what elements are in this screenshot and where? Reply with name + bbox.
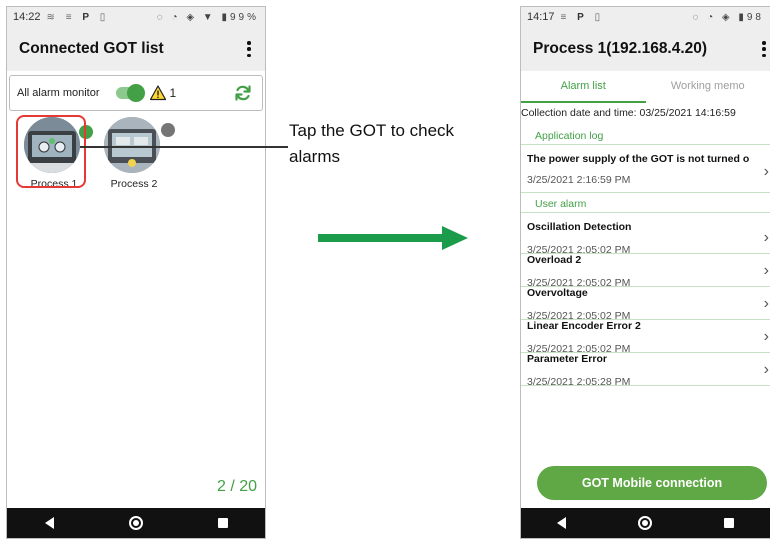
alarm-count: 1 [169, 86, 177, 100]
chevron-right-icon: › [763, 328, 769, 345]
section-user-alarm: User alarm [521, 195, 770, 213]
got-status-dot [161, 123, 175, 137]
chevron-right-icon: › [763, 262, 769, 279]
alarm-title: Parameter Error [527, 353, 607, 365]
collection-datetime: Collection date and time: 03/25/2021 14:… [521, 107, 736, 119]
got-name: Process 2 [110, 178, 158, 190]
alarm-monitor-card: All alarm monitor 1 [9, 75, 263, 111]
phone-connected-got-list: 14:22 ≋ ≡ P ▯ ◌ ◔ ◈ ▼ ▮99% Connected GOT… [6, 6, 266, 539]
transition-arrow-icon [318, 226, 468, 250]
more-vert-icon[interactable] [247, 41, 251, 57]
android-nav-bar [521, 508, 770, 538]
page-count: 2 / 20 [216, 478, 257, 495]
alarm-title: Oscillation Detection [527, 221, 632, 233]
page-title: Process 1(192.168.4.20) [533, 40, 708, 57]
selection-highlight [16, 115, 86, 188]
status-time: 14:17 [527, 11, 555, 23]
status-bar: 14:22 ≋ ≡ P ▯ ◌ ◔ ◈ ▼ ▮99% [7, 7, 265, 27]
nav-home-icon[interactable] [638, 516, 652, 530]
app-bar: Connected GOT list [7, 27, 265, 71]
alarm-date: 3/25/2021 2:05:28 PM [527, 376, 631, 388]
section-application-log: Application log [521, 127, 770, 145]
android-nav-bar [7, 508, 265, 538]
alarm-title: Overvoltage [527, 287, 588, 299]
status-notification-icons: ≋ ≡ P ▯ [46, 11, 110, 23]
alarm-title: The power supply of the GOT is not turne… [527, 153, 749, 165]
tutorial-canvas: 14:22 ≋ ≡ P ▯ ◌ ◔ ◈ ▼ ▮99% Connected GOT… [0, 0, 770, 539]
tab-alarm-list[interactable]: Alarm list [521, 71, 646, 103]
callout-line [80, 146, 288, 148]
nav-back-icon[interactable] [44, 517, 54, 529]
list-item[interactable]: Parameter Error 3/25/2021 2:05:28 PM › [521, 353, 770, 388]
list-item[interactable]: Oscillation Detection 3/25/2021 2:05:02 … [521, 221, 770, 256]
status-bar: 14:17 ≡ P ▯ ◌ ◔ ◈ ▮98 [521, 7, 770, 27]
alarm-title: Linear Encoder Error 2 [527, 320, 641, 332]
list-item[interactable]: Overload 2 3/25/2021 2:05:02 PM › [521, 254, 770, 289]
alarm-monitor-toggle[interactable] [115, 84, 145, 102]
battery-level: 98 [746, 11, 764, 23]
chevron-right-icon: › [763, 361, 769, 378]
nav-home-icon[interactable] [128, 516, 143, 530]
status-time: 14:22 [13, 11, 41, 23]
app-bar: Process 1(192.168.4.20) [521, 27, 770, 71]
chevron-right-icon: › [763, 229, 769, 246]
refresh-icon[interactable] [234, 84, 252, 102]
battery-level: 99% [229, 11, 259, 23]
alarm-monitor-label: All alarm monitor [17, 87, 100, 99]
status-notification-icons: ≡ P ▯ [560, 11, 605, 23]
chevron-right-icon: › [763, 295, 769, 312]
callout-text: Tap the GOT to check alarms [289, 121, 455, 166]
phone-alarm-list: 14:17 ≡ P ▯ ◌ ◔ ◈ ▮98 Process 1(192.168.… [520, 6, 770, 539]
alarm-date: 3/25/2021 2:16:59 PM [527, 174, 631, 186]
list-item[interactable]: Overvoltage 3/25/2021 2:05:02 PM › [521, 287, 770, 322]
page-title: Connected GOT list [19, 40, 164, 57]
chevron-right-icon: › [763, 163, 769, 180]
got-device-photo [104, 117, 160, 173]
nav-recent-icon[interactable] [724, 518, 734, 528]
list-item[interactable]: Linear Encoder Error 2 3/25/2021 2:05:02… [521, 320, 770, 355]
status-system-icons: ◌ ◔ ◈ ▼ ▮99% [156, 11, 259, 23]
status-system-icons: ◌ ◔ ◈ ▮98 [692, 11, 764, 23]
nav-recent-icon[interactable] [217, 518, 228, 528]
warning-icon [149, 85, 166, 101]
tab-working-memo[interactable]: Working memo [646, 71, 770, 103]
more-vert-icon[interactable] [762, 41, 766, 57]
got-device-process-2[interactable]: Process 2 [104, 117, 175, 190]
tab-bar: Alarm list Working memo [521, 71, 770, 103]
got-mobile-connection-button[interactable]: GOT Mobile connection [537, 466, 767, 500]
nav-back-icon[interactable] [557, 517, 566, 529]
list-item[interactable]: The power supply of the GOT is not turne… [521, 153, 770, 193]
alarm-title: Overload 2 [527, 254, 582, 266]
